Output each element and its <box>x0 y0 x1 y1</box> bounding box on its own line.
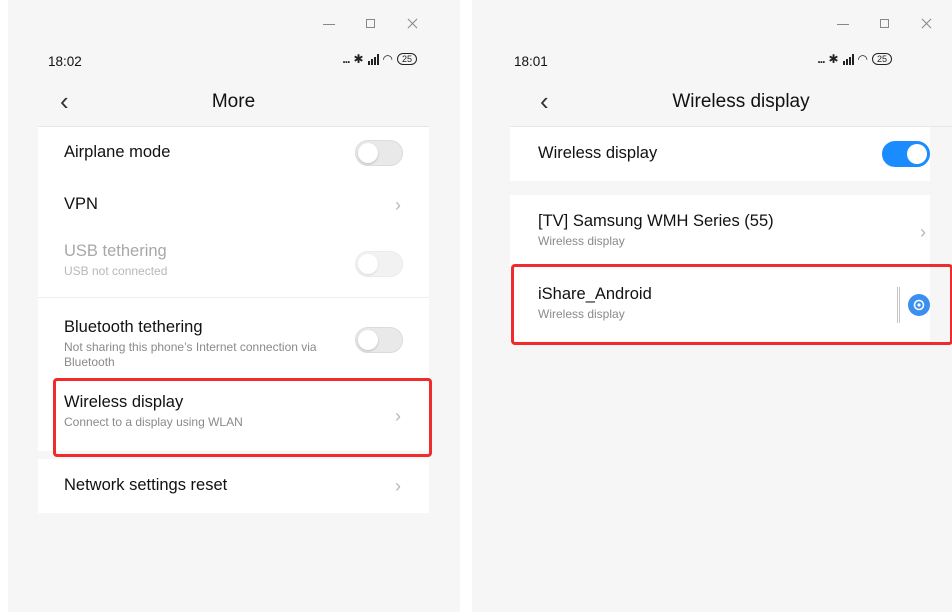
title-bar: ‹ Wireless display <box>510 76 952 127</box>
signal-icon <box>367 53 379 65</box>
settings-group: Network settings reset › <box>38 459 429 513</box>
maximize-button[interactable] <box>864 14 906 34</box>
row-title: USB tethering <box>64 242 167 260</box>
status-time: 18:02 <box>48 54 82 69</box>
status-time: 18:01 <box>514 54 548 69</box>
usb-tethering-toggle <box>355 251 403 277</box>
right-window: 18:01 ... ✱ ◠ 25 ‹ Wireless display Wire… <box>472 0 952 612</box>
more-dots-icon: ... <box>817 52 825 66</box>
maximize-button[interactable] <box>350 14 392 34</box>
status-bar: 18:01 ... ✱ ◠ 25 <box>510 42 930 76</box>
window-controls <box>822 14 948 34</box>
vpn-row[interactable]: VPN › <box>38 179 429 231</box>
status-icons: ... ✱ ◠ 25 <box>817 52 892 66</box>
chevron-right-icon: › <box>395 195 401 215</box>
row-title: VPN <box>64 195 98 213</box>
wifi-icon: ◠ <box>382 52 393 66</box>
bluetooth-tethering-row[interactable]: Bluetooth tethering Not sharing this pho… <box>38 297 429 381</box>
minimize-button[interactable] <box>308 14 350 34</box>
page-title: More <box>211 91 256 112</box>
row-title: [TV] Samsung WMH Series (55) <box>538 212 774 230</box>
bluetooth-tethering-toggle[interactable] <box>355 326 403 353</box>
left-window: 18:02 ... ✱ ◠ 25 ‹ More Airplane mode VP… <box>8 0 460 612</box>
wireless-display-toggle-row[interactable]: Wireless display <box>510 127 930 181</box>
close-button[interactable] <box>392 14 434 34</box>
chevron-right-icon: › <box>920 222 926 242</box>
toggle-group: Wireless display <box>510 127 930 181</box>
wireless-display-toggle[interactable] <box>882 141 930 167</box>
row-title: Wireless display <box>538 144 658 162</box>
device-row-samsung[interactable]: [TV] Samsung WMH Series (55) Wireless di… <box>510 195 930 269</box>
row-title: Network settings reset <box>64 476 228 494</box>
airplane-mode-toggle[interactable] <box>355 140 403 166</box>
bluetooth-icon: ✱ <box>828 52 839 66</box>
airplane-mode-row[interactable]: Airplane mode <box>38 127 429 179</box>
row-subtitle: USB not connected <box>64 264 168 278</box>
status-icons: ... ✱ ◠ 25 <box>342 52 417 66</box>
highlight-box <box>53 378 432 457</box>
bluetooth-icon: ✱ <box>353 52 364 66</box>
row-subtitle: Wireless display <box>538 234 625 248</box>
wifi-icon: ◠ <box>857 52 868 66</box>
close-button[interactable] <box>906 14 948 34</box>
page-title: Wireless display <box>672 91 810 112</box>
row-title: Bluetooth tethering <box>64 318 203 336</box>
battery-icon: 25 <box>396 53 417 65</box>
signal-icon <box>842 53 854 65</box>
title-bar: ‹ More <box>38 76 429 127</box>
battery-icon: 25 <box>871 53 892 65</box>
chevron-right-icon: › <box>395 476 401 496</box>
row-subtitle: Not sharing this phone’s Internet connec… <box>64 340 317 369</box>
row-title: Airplane mode <box>64 143 171 161</box>
window-controls <box>308 14 434 34</box>
minimize-button[interactable] <box>822 14 864 34</box>
more-dots-icon: ... <box>342 52 350 66</box>
usb-tethering-row: USB tethering USB not connected <box>38 231 429 297</box>
network-settings-reset-row[interactable]: Network settings reset › <box>38 459 429 513</box>
phone-screen: 18:02 ... ✱ ◠ 25 ‹ More Airplane mode VP… <box>38 42 429 612</box>
status-bar: 18:02 ... ✱ ◠ 25 <box>38 42 429 76</box>
highlight-box <box>511 264 952 345</box>
